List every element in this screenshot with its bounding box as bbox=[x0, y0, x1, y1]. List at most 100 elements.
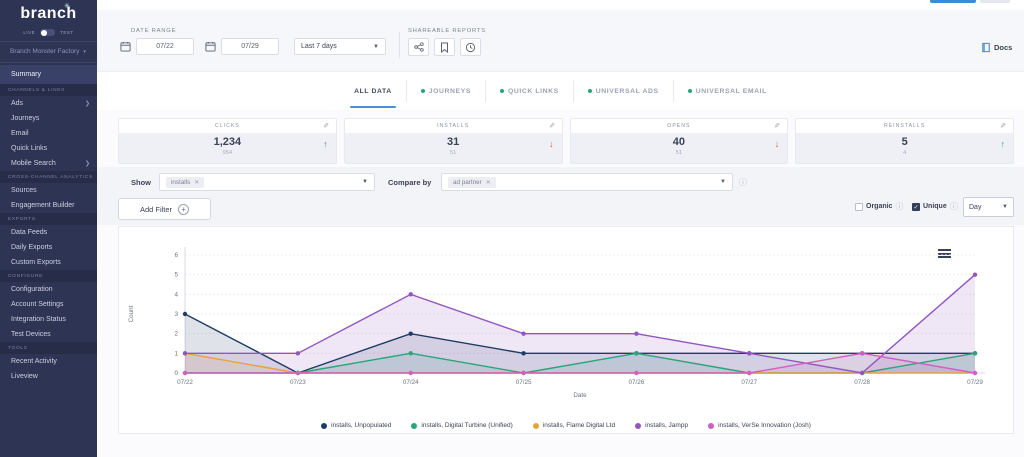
sidebar-item-quick-links[interactable]: Quick Links bbox=[0, 141, 97, 156]
sidebar-item-engagement-builder[interactable]: Engagement Builder bbox=[0, 198, 97, 213]
remove-tag-icon[interactable]: ✕ bbox=[486, 179, 491, 186]
stat-card-secondary-value: 954 bbox=[119, 150, 336, 156]
date-from-input[interactable]: 07/22 bbox=[136, 38, 194, 55]
show-metric-select[interactable]: installs ✕ ▼ bbox=[159, 173, 375, 191]
sidebar-item-email[interactable]: Email bbox=[0, 126, 97, 141]
granularity-select[interactable]: Day ▼ bbox=[963, 197, 1014, 217]
data-point[interactable] bbox=[860, 351, 864, 355]
y-tick-label: 0 bbox=[174, 370, 178, 377]
organic-label: Organic bbox=[866, 203, 892, 210]
remove-tag-icon[interactable]: ✕ bbox=[194, 179, 199, 186]
date-preset-select[interactable]: Last 7 days ▼ bbox=[294, 38, 386, 55]
organic-checkbox[interactable] bbox=[855, 203, 863, 211]
caret-down-icon: ▾ bbox=[83, 49, 86, 55]
legend-item[interactable]: installs, Flame Digital Ltd bbox=[533, 422, 615, 429]
sidebar-item-account-settings[interactable]: Account Settings bbox=[0, 297, 97, 312]
data-point[interactable] bbox=[183, 371, 187, 375]
data-point[interactable] bbox=[521, 371, 525, 375]
data-point[interactable] bbox=[973, 371, 977, 375]
sidebar-item-journeys[interactable]: Journeys bbox=[0, 111, 97, 126]
org-selector[interactable]: Branch Monster Factory ▾ bbox=[0, 44, 97, 60]
y-tick-label: 3 bbox=[174, 311, 178, 318]
stat-card-secondary-value: 4 bbox=[796, 150, 1013, 156]
legend-label: installs, Jampp bbox=[645, 422, 688, 429]
data-point[interactable] bbox=[409, 292, 413, 296]
tab-journeys[interactable]: JOURNEYS bbox=[406, 80, 485, 102]
y-tick-label: 1 bbox=[174, 350, 178, 357]
stat-card-title: OPENS bbox=[667, 123, 690, 129]
edit-pencil-icon[interactable]: ✎ bbox=[774, 122, 780, 130]
legend-item[interactable]: installs, Jampp bbox=[635, 422, 688, 429]
sidebar-item-custom-exports[interactable]: Custom Exports bbox=[0, 255, 97, 270]
stat-card-clicks: CLICKS✎1,234954↑ bbox=[118, 118, 337, 164]
live-test-toggle[interactable] bbox=[40, 29, 55, 36]
organic-checkbox-group[interactable]: Organic ⓘ bbox=[855, 201, 903, 212]
unique-checkbox[interactable]: ✓ bbox=[912, 203, 920, 211]
sidebar-item-liveview[interactable]: Liveview bbox=[0, 369, 97, 384]
docs-link[interactable]: Docs bbox=[981, 42, 1012, 53]
info-icon[interactable]: ⓘ bbox=[950, 201, 958, 212]
data-point[interactable] bbox=[183, 312, 187, 316]
legend-dot-icon bbox=[533, 423, 539, 429]
unique-checkbox-group[interactable]: ✓ Unique ⓘ bbox=[912, 201, 958, 212]
info-icon[interactable]: ⓘ bbox=[895, 201, 903, 212]
tab-universal-ads[interactable]: UNIVERSAL ADS bbox=[573, 80, 673, 102]
sidebar-item-test-devices[interactable]: Test Devices bbox=[0, 327, 97, 342]
data-point[interactable] bbox=[296, 351, 300, 355]
edit-pencil-icon[interactable]: ✎ bbox=[323, 122, 329, 130]
data-point[interactable] bbox=[409, 331, 413, 335]
data-point[interactable] bbox=[409, 351, 413, 355]
data-point[interactable] bbox=[634, 371, 638, 375]
stat-card-title: INSTALLS bbox=[437, 123, 469, 129]
sidebar-item-data-feeds[interactable]: Data Feeds bbox=[0, 225, 97, 240]
calendar-icon[interactable] bbox=[204, 39, 217, 54]
compare-by-select[interactable]: ad partner ✕ ▼ bbox=[441, 173, 733, 191]
divider bbox=[0, 41, 97, 42]
data-point[interactable] bbox=[521, 331, 525, 335]
docs-book-icon bbox=[981, 42, 991, 53]
data-point[interactable] bbox=[634, 351, 638, 355]
sidebar-item-summary[interactable]: Summary bbox=[0, 65, 97, 84]
legend-label: installs, VerSe Innovation (Josh) bbox=[718, 422, 811, 429]
edit-pencil-icon[interactable]: ✎ bbox=[1000, 122, 1006, 130]
sidebar-item-sources[interactable]: Sources bbox=[0, 183, 97, 198]
data-point[interactable] bbox=[521, 351, 525, 355]
report-history-button[interactable] bbox=[460, 38, 481, 56]
x-tick-label: 07/26 bbox=[629, 379, 645, 386]
share-report-button[interactable] bbox=[408, 38, 429, 56]
legend-item[interactable]: installs, Digital Turbine (Unified) bbox=[411, 422, 512, 429]
data-point[interactable] bbox=[183, 351, 187, 355]
info-icon[interactable]: ⓘ bbox=[739, 177, 747, 188]
stat-card-header: REINSTALLS✎ bbox=[796, 119, 1013, 133]
sidebar-item-daily-exports[interactable]: Daily Exports bbox=[0, 240, 97, 255]
legend-item[interactable]: installs, Unpopulated bbox=[321, 422, 391, 429]
sidebar-item-integration-status[interactable]: Integration Status bbox=[0, 312, 97, 327]
data-point[interactable] bbox=[634, 331, 638, 335]
sidebar-item-recent-activity[interactable]: Recent Activity bbox=[0, 354, 97, 369]
data-point[interactable] bbox=[747, 371, 751, 375]
legend-item[interactable]: installs, VerSe Innovation (Josh) bbox=[708, 422, 811, 429]
sidebar-item-mobile-search[interactable]: Mobile Search❯ bbox=[0, 156, 97, 171]
data-point[interactable] bbox=[747, 351, 751, 355]
data-point[interactable] bbox=[296, 371, 300, 375]
divider bbox=[0, 62, 97, 63]
bookmark-report-button[interactable] bbox=[434, 38, 455, 56]
calendar-icon[interactable] bbox=[119, 39, 132, 54]
date-to-input[interactable]: 07/29 bbox=[221, 38, 279, 55]
data-point[interactable] bbox=[860, 371, 864, 375]
org-selector-label: Branch Monster Factory bbox=[10, 48, 79, 55]
data-point[interactable] bbox=[409, 371, 413, 375]
environment-toggle-row: LIVE TEST bbox=[0, 26, 97, 39]
sidebar-item-ads[interactable]: Ads❯ bbox=[0, 96, 97, 111]
tab-all-data[interactable]: ALL DATA bbox=[340, 80, 406, 102]
tab-universal-email[interactable]: UNIVERSAL EMAIL bbox=[673, 80, 781, 102]
sidebar-item-configuration[interactable]: Configuration bbox=[0, 282, 97, 297]
installs-area-chart: 012345607/2207/2307/2407/2507/2607/2707/… bbox=[119, 227, 1013, 409]
edit-pencil-icon[interactable]: ✎ bbox=[549, 122, 555, 130]
add-filter-button[interactable]: Add Filter + bbox=[118, 198, 211, 220]
sidebar-item-label: Sources bbox=[11, 187, 37, 194]
compare-tag-label: ad partner bbox=[453, 179, 482, 186]
tab-quick-links[interactable]: QUICK LINKS bbox=[485, 80, 573, 102]
data-point[interactable] bbox=[973, 351, 977, 355]
data-point[interactable] bbox=[973, 272, 977, 276]
